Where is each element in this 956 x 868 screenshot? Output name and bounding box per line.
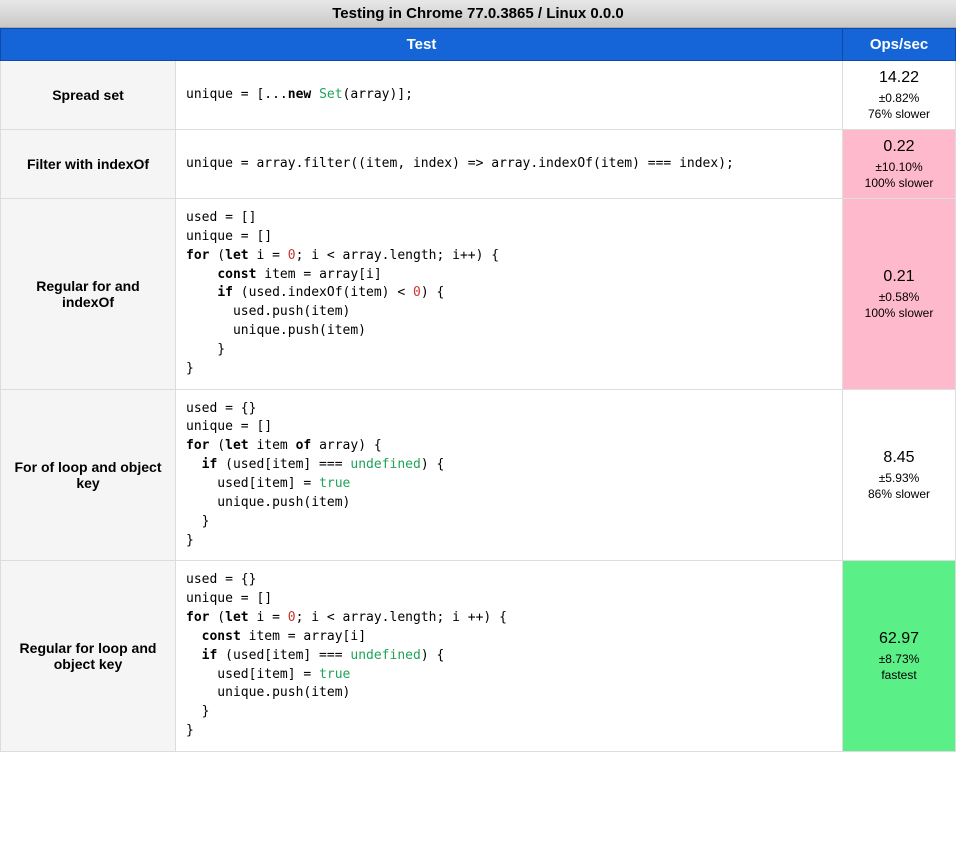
page-title: Testing in Chrome 77.0.3865 / Linux 0.0.… (0, 0, 956, 28)
code-cell: unique = array.filter((item, index) => a… (176, 130, 843, 199)
code-cell: used = {} unique = [] for (let i = 0; i … (176, 561, 843, 752)
benchmark-table: Test Ops/sec Spread setunique = [...new … (0, 28, 956, 752)
test-name-cell: Spread set (1, 61, 176, 130)
ops-cell: 14.22 ±0.82% 76% slower (843, 61, 956, 130)
ops-margin: ±0.82% (847, 91, 951, 105)
code-cell: unique = [...new Set(array)]; (176, 61, 843, 130)
table-row: For of loop and object keyused = {} uniq… (1, 389, 956, 561)
ops-cell: 8.45 ±5.93% 86% slower (843, 389, 956, 561)
test-name-cell: Regular for loop and object key (1, 561, 176, 752)
ops-value: 0.22 (847, 138, 951, 156)
ops-cell: 62.97 ±8.73% fastest (843, 561, 956, 752)
ops-note: 100% slower (847, 306, 951, 320)
ops-margin: ±10.10% (847, 160, 951, 174)
code-cell: used = {} unique = [] for (let item of a… (176, 389, 843, 561)
table-row: Spread setunique = [...new Set(array)];1… (1, 61, 956, 130)
ops-margin: ±5.93% (847, 471, 951, 485)
ops-note: 86% slower (847, 487, 951, 501)
ops-cell: 0.22 ±10.10% 100% slower (843, 130, 956, 199)
code-cell: used = [] unique = [] for (let i = 0; i … (176, 199, 843, 390)
ops-margin: ±8.73% (847, 652, 951, 666)
test-name-cell: For of loop and object key (1, 389, 176, 561)
test-name-cell: Filter with indexOf (1, 130, 176, 199)
ops-cell: 0.21 ±0.58% 100% slower (843, 199, 956, 390)
ops-value: 62.97 (847, 630, 951, 648)
test-name-cell: Regular for and indexOf (1, 199, 176, 390)
ops-margin: ±0.58% (847, 290, 951, 304)
col-ops: Ops/sec (843, 29, 956, 61)
col-test: Test (1, 29, 843, 61)
table-row: Filter with indexOfunique = array.filter… (1, 130, 956, 199)
ops-note: fastest (847, 668, 951, 682)
ops-value: 0.21 (847, 268, 951, 286)
ops-value: 14.22 (847, 69, 951, 87)
ops-note: 100% slower (847, 176, 951, 190)
table-row: Regular for loop and object keyused = {}… (1, 561, 956, 752)
ops-value: 8.45 (847, 449, 951, 467)
ops-note: 76% slower (847, 107, 951, 121)
table-row: Regular for and indexOfused = [] unique … (1, 199, 956, 390)
